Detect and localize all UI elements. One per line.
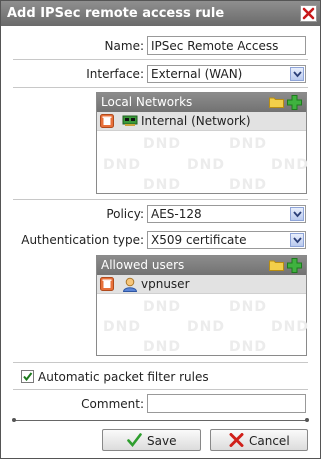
local-network-item[interactable]: Internal (Network) <box>97 112 306 131</box>
watermark-text: DND <box>229 339 267 355</box>
watermark-text: DND <box>187 157 225 173</box>
interface-label: Interface: <box>86 67 144 81</box>
allowed-users-panel: Allowed users vpnuser DND DND DND DND DN <box>96 255 309 356</box>
separator <box>13 389 308 390</box>
chevron-down-icon[interactable] <box>290 67 304 81</box>
auth-type-selected-value: X509 certificate <box>151 233 247 247</box>
delete-icon[interactable] <box>100 114 114 128</box>
watermark-text: DND <box>271 319 309 335</box>
chevron-down-icon[interactable] <box>290 233 304 247</box>
local-networks-header: Local Networks <box>97 93 306 112</box>
comment-label: Comment: <box>81 397 144 411</box>
comment-input[interactable] <box>147 394 306 413</box>
watermark-text: DND <box>143 136 181 152</box>
auth-type-select[interactable]: X509 certificate <box>147 231 306 249</box>
auto-packet-filter-checkbox[interactable] <box>21 370 34 383</box>
dialog-titlebar[interactable]: Add IPSec remote access rule <box>1 1 320 26</box>
name-row: Name: <box>1 36 320 56</box>
chevron-down-icon[interactable] <box>290 207 304 221</box>
divider-end-dot <box>12 418 16 422</box>
add-icon[interactable] <box>287 258 302 273</box>
bottom-divider <box>14 420 307 421</box>
policy-selected-value: AES-128 <box>151 207 202 221</box>
auth-type-row: Authentication type: X509 certificate <box>1 230 320 250</box>
cancel-button-label: Cancel <box>249 434 290 448</box>
watermark-text: DND <box>103 319 141 335</box>
local-networks-title: Local Networks <box>101 95 193 109</box>
allowed-user-item[interactable]: vpnuser <box>97 275 306 294</box>
add-ipsec-rule-dialog: Add IPSec remote access rule Name: Inter… <box>0 0 321 459</box>
folder-icon[interactable] <box>269 96 284 108</box>
watermark-text: DND <box>229 136 267 152</box>
cancel-button[interactable]: Cancel <box>210 429 308 451</box>
network-card-icon <box>122 115 138 126</box>
separator <box>13 87 308 88</box>
save-button[interactable]: Save <box>102 429 201 451</box>
watermark-text: DND <box>229 177 267 193</box>
allowed-users-header: Allowed users <box>97 256 306 275</box>
auto-packet-filter-label[interactable]: Automatic packet filter rules <box>38 370 209 384</box>
interface-row: Interface: External (WAN) <box>1 64 320 84</box>
watermark-text: DND <box>187 319 225 335</box>
separator <box>13 59 308 60</box>
watermark-text: DND <box>143 299 181 315</box>
close-icon <box>302 7 315 20</box>
auth-type-label: Authentication type: <box>21 233 144 247</box>
folder-icon[interactable] <box>269 259 284 271</box>
divider-end-dot <box>305 418 309 422</box>
name-input[interactable] <box>147 36 306 55</box>
policy-label: Policy: <box>106 207 144 221</box>
watermark-text: DND <box>229 299 267 315</box>
name-label: Name: <box>104 39 144 53</box>
allowed-user-item-label: vpnuser <box>141 277 190 291</box>
separator <box>13 362 308 363</box>
interface-select[interactable]: External (WAN) <box>147 65 306 83</box>
watermark-text: DND <box>103 157 141 173</box>
local-network-item-label: Internal (Network) <box>141 114 251 128</box>
save-button-label: Save <box>147 434 177 448</box>
dialog-title: Add IPSec remote access rule <box>7 6 225 21</box>
watermark-text: DND <box>143 339 181 355</box>
user-icon <box>122 277 138 292</box>
watermark-text: DND <box>143 177 181 193</box>
allowed-users-title: Allowed users <box>101 258 185 272</box>
checkmark-icon <box>127 433 142 447</box>
comment-row: Comment: <box>1 394 320 414</box>
separator <box>13 199 308 200</box>
add-icon[interactable] <box>287 95 302 110</box>
local-networks-panel: Local Networks Internal (Network) DND DN… <box>96 92 309 194</box>
delete-icon[interactable] <box>100 277 114 291</box>
watermark-text: DND <box>271 157 309 173</box>
interface-selected-value: External (WAN) <box>151 67 243 81</box>
cancel-x-icon <box>229 433 244 447</box>
policy-row: Policy: AES-128 <box>1 204 320 224</box>
close-button[interactable] <box>300 5 317 22</box>
checkmark-icon <box>23 372 33 382</box>
policy-select[interactable]: AES-128 <box>147 205 306 223</box>
